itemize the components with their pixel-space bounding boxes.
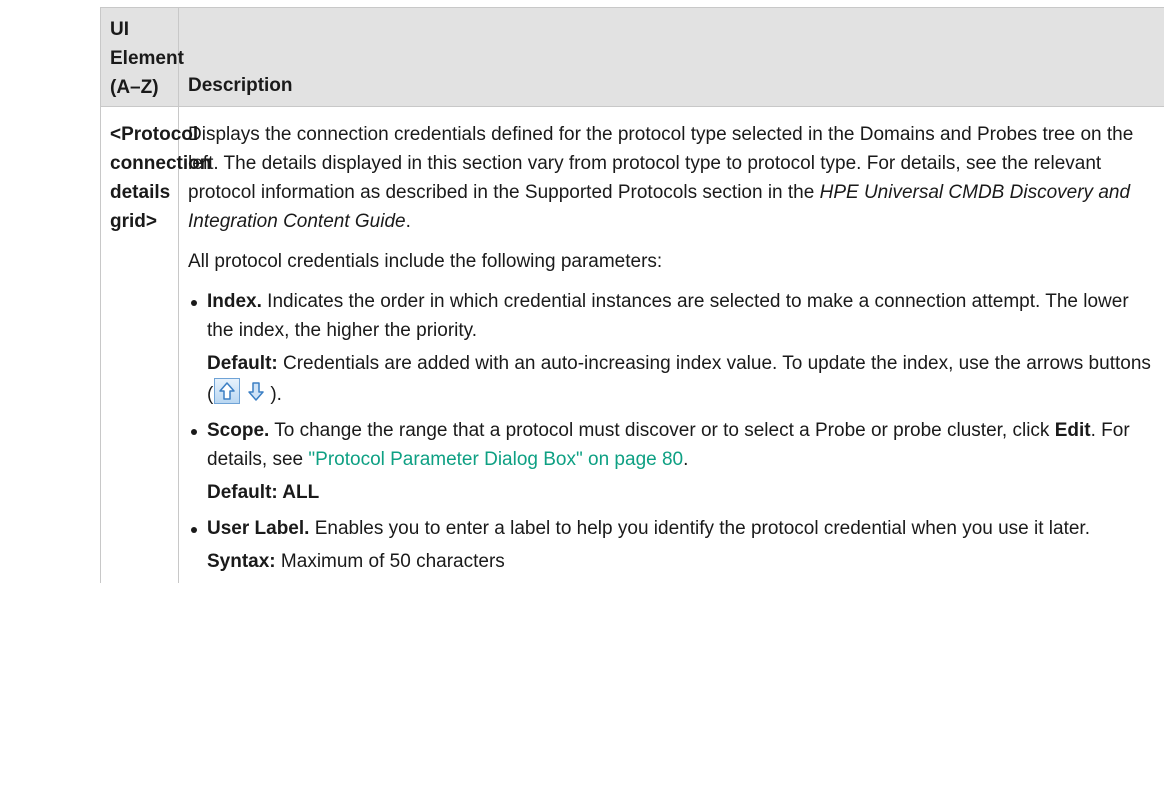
- ui-element-name: <Protocol connection details grid>: [100, 106, 211, 583]
- default-end: ).: [270, 384, 282, 405]
- index-text: Indicates the order in which credential …: [207, 291, 1129, 341]
- list-item-user-label: User Label. Enables you to enter a label…: [188, 514, 1156, 543]
- scope-default-text: Default: ALL: [207, 482, 320, 503]
- index-default: Default: Credentials are added with an a…: [188, 349, 1156, 409]
- table-header-row: UI Element (A–Z) Description: [100, 7, 1164, 107]
- list-item-index: Index. Indicates the order in which cred…: [188, 287, 1156, 345]
- bullet-icon: [191, 429, 197, 435]
- ui-element-table: UI Element (A–Z) Description <Protocol c…: [100, 7, 1164, 583]
- table-row: <Protocol connection details grid> Displ…: [100, 106, 1164, 583]
- arrow-down-icon: [244, 379, 270, 405]
- edit-keyword: Edit: [1054, 420, 1091, 441]
- protocol-parameter-link[interactable]: "Protocol Parameter Dialog Box" on page …: [308, 449, 683, 470]
- bullet-icon: [191, 300, 197, 306]
- description-cell: Displays the connection credentials defi…: [178, 106, 1164, 583]
- syntax-text: Maximum of 50 characters: [275, 551, 505, 572]
- scope-default: Default: ALL: [188, 478, 1156, 507]
- intro-paragraph: Displays the connection credentials defi…: [188, 120, 1156, 236]
- user-label-label: User Label.: [207, 518, 310, 539]
- arrow-up-icon: [214, 378, 241, 404]
- scope-label: Scope.: [207, 420, 270, 441]
- scope-text: To change the range that a protocol must…: [269, 420, 1055, 441]
- column-header-description: Description: [178, 7, 1164, 107]
- column-header-ui-element: UI Element (A–Z): [100, 7, 184, 107]
- intro-end: .: [405, 211, 411, 232]
- syntax-label: Syntax:: [207, 551, 276, 572]
- list-item-scope: Scope. To change the range that a protoc…: [188, 416, 1156, 474]
- scope-end: .: [683, 449, 689, 470]
- params-intro: All protocol credentials include the fol…: [188, 251, 663, 272]
- default-text: Credentials are added with an auto-incre…: [207, 353, 1151, 405]
- default-label: Default:: [207, 353, 278, 374]
- bullet-icon: [191, 527, 197, 533]
- syntax-line: Syntax: Maximum of 50 characters: [188, 547, 1156, 576]
- user-label-text: Enables you to enter a label to help you…: [309, 518, 1090, 539]
- index-label: Index.: [207, 291, 262, 312]
